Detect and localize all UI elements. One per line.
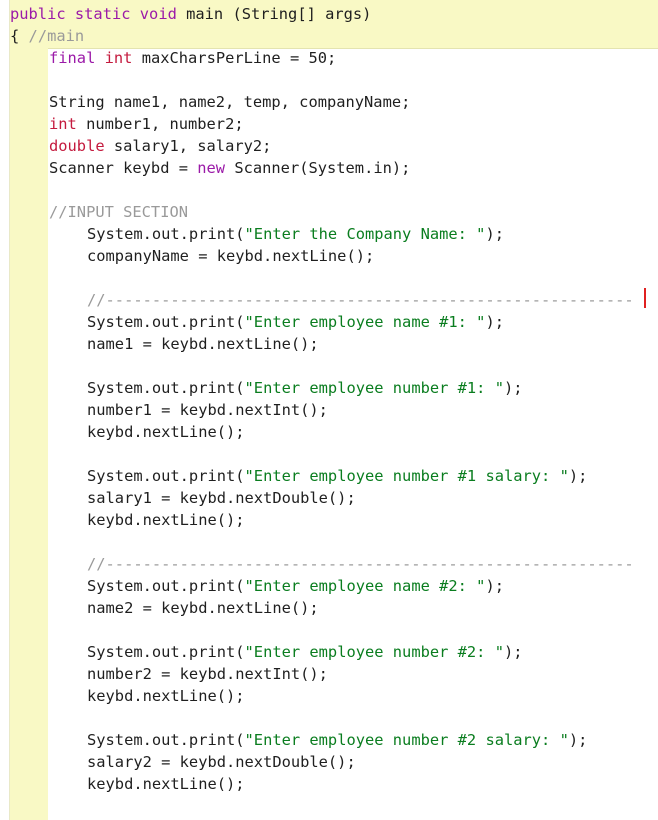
code-line[interactable]: { //main bbox=[0, 25, 658, 47]
code-line[interactable] bbox=[0, 267, 658, 289]
code-line[interactable] bbox=[0, 179, 658, 201]
code-line[interactable]: System.out.print("Enter employee name #2… bbox=[0, 575, 658, 597]
code-line[interactable]: keybd.nextLine(); bbox=[0, 509, 658, 531]
code-line[interactable]: name1 = keybd.nextLine(); bbox=[0, 333, 658, 355]
code-line[interactable]: //--------------------------------------… bbox=[0, 289, 658, 311]
code-line[interactable]: name2 = keybd.nextLine(); bbox=[0, 597, 658, 619]
code-line[interactable] bbox=[0, 531, 658, 553]
code-line[interactable]: number1 = keybd.nextInt(); bbox=[0, 399, 658, 421]
code-line[interactable]: System.out.print("Enter employee number … bbox=[0, 465, 658, 487]
code-line[interactable] bbox=[0, 443, 658, 465]
code-line[interactable]: number2 = keybd.nextInt(); bbox=[0, 663, 658, 685]
code-line[interactable] bbox=[0, 355, 658, 377]
code-area[interactable]: public static void main (String[] args) … bbox=[0, 3, 658, 795]
code-line[interactable]: System.out.print("Enter the Company Name… bbox=[0, 223, 658, 245]
code-line[interactable]: System.out.print("Enter employee number … bbox=[0, 641, 658, 663]
code-line[interactable]: System.out.print("Enter employee name #1… bbox=[0, 311, 658, 333]
code-line[interactable]: salary2 = keybd.nextDouble(); bbox=[0, 751, 658, 773]
code-line[interactable]: keybd.nextLine(); bbox=[0, 685, 658, 707]
code-editor[interactable]: public static void main (String[] args) … bbox=[0, 0, 658, 820]
code-line[interactable] bbox=[0, 619, 658, 641]
code-line[interactable]: Scanner keybd = new Scanner(System.in); bbox=[0, 157, 658, 179]
code-line[interactable]: int number1, number2; bbox=[0, 113, 658, 135]
code-line[interactable]: companyName = keybd.nextLine(); bbox=[0, 245, 658, 267]
code-line[interactable]: double salary1, salary2; bbox=[0, 135, 658, 157]
code-line[interactable]: keybd.nextLine(); bbox=[0, 773, 658, 795]
code-line[interactable]: String name1, name2, temp, companyName; bbox=[0, 91, 658, 113]
code-line[interactable]: //--------------------------------------… bbox=[0, 553, 658, 575]
code-line[interactable]: //INPUT SECTION bbox=[0, 201, 658, 223]
code-line[interactable]: System.out.print("Enter employee number … bbox=[0, 729, 658, 751]
code-line[interactable] bbox=[0, 69, 658, 91]
text-cursor bbox=[644, 288, 646, 308]
code-line[interactable]: public static void main (String[] args) bbox=[0, 3, 658, 25]
code-line[interactable]: keybd.nextLine(); bbox=[0, 421, 658, 443]
code-line[interactable]: System.out.print("Enter employee number … bbox=[0, 377, 658, 399]
code-line[interactable] bbox=[0, 707, 658, 729]
code-line[interactable]: final int maxCharsPerLine = 50; bbox=[0, 47, 658, 69]
code-line[interactable]: salary1 = keybd.nextDouble(); bbox=[0, 487, 658, 509]
